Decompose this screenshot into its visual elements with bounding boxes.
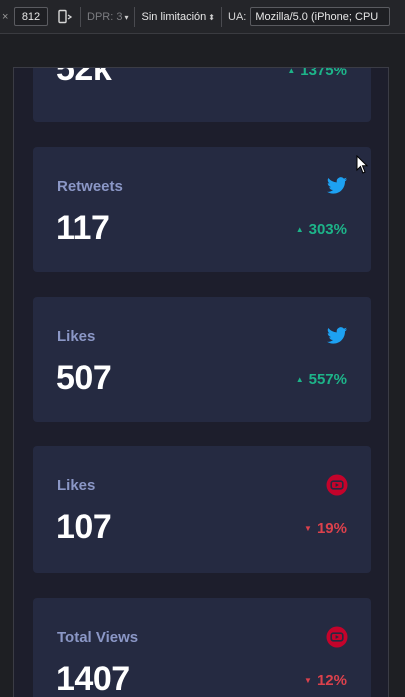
mouse-cursor-icon (356, 154, 370, 175)
user-agent-input[interactable]: Mozilla/5.0 (iPhone; CPU (250, 7, 391, 26)
stat-change-value: 303% (308, 221, 347, 238)
updown-icon: ⬍ (208, 12, 215, 22)
viewport-width-input[interactable]: 812 (14, 7, 48, 26)
stat-change-value: 19% (316, 520, 347, 537)
arrow-up-icon: ▲ (295, 225, 304, 234)
stat-card: Likes 107 ▼ 19% (33, 446, 371, 573)
device-viewport: 52k ▲ 1375% Retweets 117 ▲ 303% Likes 50… (13, 67, 389, 697)
throttle-label: Sin limitación (141, 10, 207, 23)
twitter-icon (326, 325, 348, 347)
throttle-select[interactable]: Sin limitación ⬍ (141, 11, 215, 23)
stat-change: ▲ 1375% (287, 67, 347, 79)
ua-label: UA: (228, 10, 247, 23)
separator (134, 6, 136, 27)
stat-change: ▲ 303% (296, 221, 347, 238)
stat-card: Retweets 117 ▲ 303% (33, 147, 371, 272)
separator (80, 6, 81, 27)
arrow-up-icon: ▲ (295, 375, 304, 384)
arrow-down-icon: ▼ (304, 524, 312, 533)
stat-count: 52k (56, 67, 112, 88)
youtube-icon (326, 626, 348, 648)
stat-card: Total Views 1407 ▼ 12% (33, 598, 371, 697)
stat-change: ▼ 19% (304, 520, 347, 537)
stat-change-value: 1375% (300, 67, 347, 79)
stat-change: ▼ 12% (304, 672, 347, 689)
youtube-icon (326, 474, 348, 496)
stat-card: Likes 507 ▲ 557% (33, 297, 371, 422)
devtools-toolbar: × 812 DPR: 3 ▾ Sin limitación ⬍ UA: Mozill… (0, 0, 405, 34)
stat-count: 107 (56, 508, 112, 546)
close-icon[interactable]: × (2, 11, 10, 23)
dpr-select[interactable]: DPR: 3 ▾ (87, 11, 128, 23)
dpr-label: DPR: 3 (87, 10, 123, 23)
arrow-up-icon: ▲ (287, 67, 296, 75)
stat-label: Likes (57, 328, 96, 345)
chevron-down-icon: ▾ (124, 12, 129, 22)
stat-label: Total Views (57, 629, 139, 646)
arrow-down-icon: ▼ (304, 676, 312, 685)
stat-count: 1407 (56, 660, 130, 697)
stat-label: Likes (57, 477, 96, 494)
stat-change-value: 12% (316, 672, 347, 689)
separator (221, 6, 222, 27)
stat-change-value: 557% (308, 371, 347, 388)
stat-change: ▲ 557% (296, 371, 347, 388)
rotate-device-icon[interactable] (56, 8, 74, 26)
stat-count: 507 (56, 359, 112, 397)
twitter-icon (326, 175, 348, 197)
stat-card: 52k ▲ 1375% (33, 67, 371, 122)
stat-count: 117 (56, 209, 110, 247)
stat-label: Retweets (57, 178, 123, 195)
